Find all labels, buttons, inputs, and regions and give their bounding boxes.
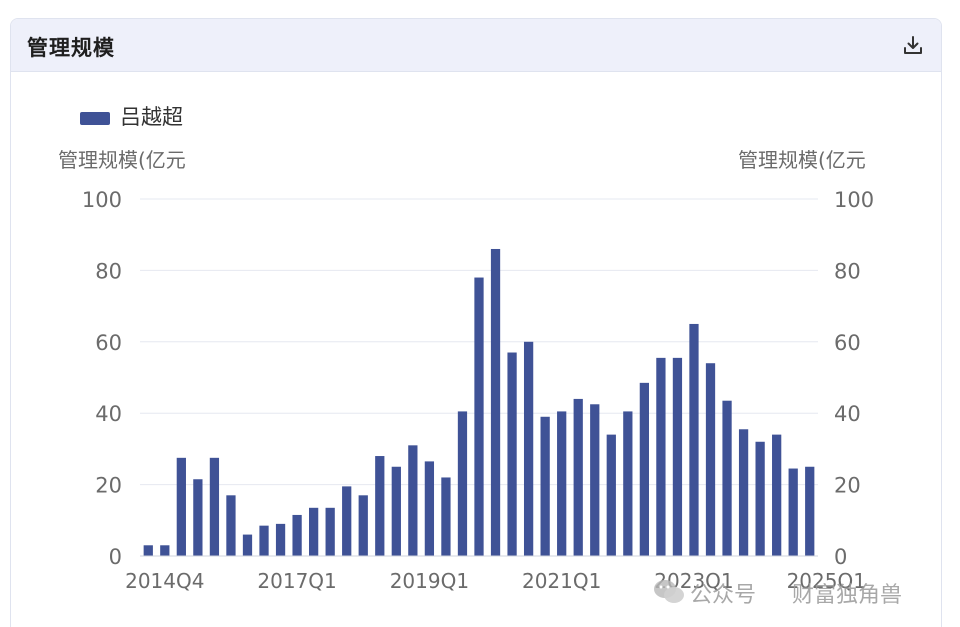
- y-tick-right-40: 40: [834, 402, 861, 426]
- bar-16[interactable]: [408, 445, 418, 556]
- bar-2[interactable]: [176, 457, 186, 556]
- y-tick-right-100: 100: [834, 188, 874, 212]
- legend-swatch[interactable]: [80, 112, 110, 125]
- bar-25[interactable]: [557, 411, 567, 556]
- bar-12[interactable]: [342, 486, 352, 556]
- bar-29[interactable]: [623, 411, 633, 556]
- bar-30[interactable]: [639, 382, 649, 556]
- bar-38[interactable]: [772, 434, 782, 556]
- legend-label[interactable]: 吕越超: [120, 105, 183, 129]
- bar-20[interactable]: [474, 277, 484, 556]
- y-tick-right-60: 60: [834, 331, 861, 355]
- bar-23[interactable]: [523, 341, 534, 556]
- bar-22[interactable]: [507, 352, 517, 556]
- y-tick-left-60: 60: [95, 331, 122, 355]
- watermark-channel: 公众号: [690, 583, 757, 608]
- bar-1[interactable]: [160, 545, 170, 556]
- bar-32[interactable]: [672, 357, 683, 556]
- bar-40[interactable]: [805, 466, 815, 556]
- bar-14[interactable]: [375, 456, 385, 556]
- bar-10[interactable]: [309, 507, 319, 556]
- watermark: 公众号 财富独角兽: [652, 574, 942, 610]
- y-tick-left-100: 100: [82, 188, 122, 212]
- bar-35[interactable]: [722, 400, 732, 556]
- bar-5[interactable]: [226, 495, 236, 556]
- bar-13[interactable]: [358, 495, 368, 556]
- y-tick-right-0: 0: [834, 545, 847, 569]
- bar-39[interactable]: [788, 468, 798, 556]
- bar-36[interactable]: [738, 429, 749, 556]
- y-axis-right-label: 管理规模(亿元: [738, 148, 866, 172]
- bar-37[interactable]: [755, 441, 765, 556]
- y-tick-left-0: 0: [109, 545, 122, 569]
- bar-4[interactable]: [209, 457, 220, 556]
- bar-31[interactable]: [656, 357, 666, 556]
- y-tick-left-40: 40: [95, 402, 122, 426]
- y-tick-left-80: 80: [95, 259, 122, 283]
- bar-3[interactable]: [193, 479, 203, 556]
- y-axis-left-label: 管理规模(亿元: [58, 148, 186, 172]
- bar-19[interactable]: [457, 411, 468, 556]
- x-tick-2014Q4: 2014Q4: [125, 569, 204, 593]
- bar-21[interactable]: [490, 248, 501, 557]
- wechat-icon: [654, 580, 684, 603]
- bar-28[interactable]: [606, 434, 616, 556]
- bar-33[interactable]: [689, 323, 699, 556]
- bar-9[interactable]: [292, 514, 302, 556]
- bar-24[interactable]: [540, 416, 550, 556]
- y-tick-right-80: 80: [834, 259, 861, 283]
- x-tick-2017Q1: 2017Q1: [257, 569, 336, 593]
- bar-11[interactable]: [325, 507, 335, 556]
- x-tick-2021Q1: 2021Q1: [522, 569, 601, 593]
- bar-17[interactable]: [424, 461, 435, 556]
- bar-0[interactable]: [143, 545, 153, 556]
- bar-15[interactable]: [391, 466, 401, 556]
- bar-18[interactable]: [441, 477, 451, 556]
- bar-8[interactable]: [275, 523, 286, 556]
- bar-7[interactable]: [259, 525, 269, 556]
- bar-34[interactable]: [705, 363, 716, 556]
- bar-series: [143, 248, 815, 557]
- bar-chart: 0 0 20 20 40 40 60 60 80 80 100 100 2014Q4 2017Q1 2019…: [58, 105, 874, 593]
- bar-6[interactable]: [242, 534, 253, 556]
- y-tick-left-20: 20: [95, 474, 122, 498]
- bar-26[interactable]: [573, 398, 583, 556]
- bar-27[interactable]: [590, 404, 600, 556]
- y-tick-right-20: 20: [834, 474, 861, 498]
- x-tick-2019Q1: 2019Q1: [390, 569, 469, 593]
- watermark-account: 财富独角兽: [792, 583, 903, 608]
